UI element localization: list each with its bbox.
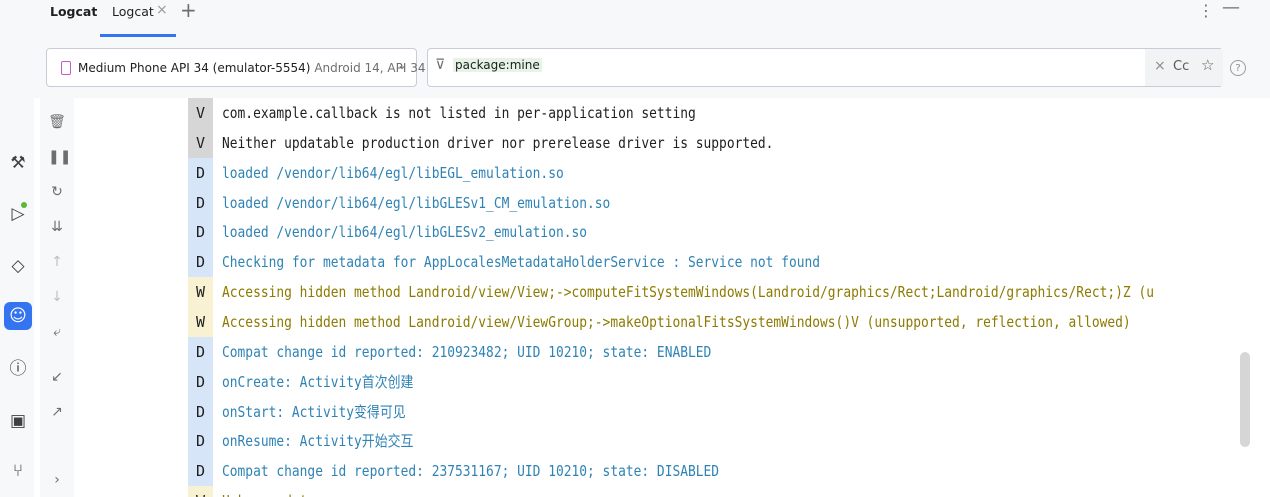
tab-active-indicator — [100, 34, 176, 37]
device-name: Medium Phone API 34 (emulator-5554) — [78, 61, 311, 75]
log-output[interactable]: Vcom.example.callback is not listed in p… — [76, 98, 1238, 497]
log-message: Compat change id reported: 237531167; UI… — [222, 462, 720, 481]
log-level: D — [188, 366, 213, 397]
log-level: W — [188, 277, 213, 308]
device-meta: Android 14, API 34 — [314, 61, 426, 75]
git-icon[interactable]: ⑂ — [8, 461, 28, 481]
log-level: D — [188, 157, 213, 188]
add-tab-icon[interactable]: + — [180, 0, 197, 22]
log-message: loaded /vendor/lib64/egl/libEGL_emulatio… — [222, 163, 564, 182]
gem-icon[interactable]: ◇ — [8, 256, 28, 276]
chevron-down-icon[interactable]: ⌄ — [397, 58, 407, 72]
log-level: V — [188, 127, 213, 158]
filter-icon[interactable]: ⊽ — [435, 57, 445, 73]
search-options: × Cc ☆ — [1145, 49, 1223, 86]
scrollbar-thumb[interactable] — [1240, 352, 1250, 447]
chevron-right-icon[interactable]: › — [48, 471, 66, 489]
favorite-icon[interactable]: ☆ — [1201, 56, 1214, 74]
trash-icon[interactable]: 🗑 — [48, 113, 66, 131]
tab-logcat[interactable]: Logcat × — [100, 0, 176, 37]
log-level: V — [188, 98, 213, 128]
up-icon[interactable]: ↑ — [48, 253, 66, 271]
tab-label: Logcat — [112, 4, 154, 19]
filter-query[interactable]: package:mine — [453, 58, 542, 72]
device-label: Medium Phone API 34 (emulator-5554) Andr… — [78, 61, 426, 75]
pause-icon[interactable]: ❚❚ — [48, 148, 71, 166]
minimize-icon[interactable]: — — [1222, 0, 1240, 18]
log-level: D — [188, 426, 213, 457]
log-message: Neither updatable production driver nor … — [222, 133, 774, 152]
log-level: D — [188, 217, 213, 248]
more-options-icon[interactable]: ⋮ — [1198, 1, 1214, 20]
log-level: D — [188, 247, 213, 278]
logcat-icon[interactable]: ☺ — [4, 302, 32, 330]
terminal-icon[interactable]: ▣ — [8, 411, 28, 431]
soft-wrap-icon[interactable]: ⤶ — [48, 323, 66, 341]
filter-input[interactable]: ⊽ package:mine × Cc ☆ — [427, 48, 1223, 87]
filter-bar: Medium Phone API 34 (emulator-5554) Andr… — [0, 38, 1270, 98]
log-message: onResume: Activity开始交互 — [222, 432, 414, 451]
scroll-end-icon[interactable]: ⇊ — [48, 218, 66, 236]
log-message: loaded /vendor/lib64/egl/libGLESv1_CM_em… — [222, 193, 611, 212]
log-message: onStart: Activity变得可见 — [222, 402, 406, 421]
log-message: Compat change id reported: 210923482; UI… — [222, 342, 712, 361]
device-selector[interactable]: Medium Phone API 34 (emulator-5554) Andr… — [46, 48, 426, 87]
restart-icon[interactable]: ↻ — [48, 183, 66, 201]
toolwindow-title: Logcat — [50, 4, 98, 19]
log-level: D — [188, 187, 213, 218]
phone-icon — [61, 61, 71, 75]
log-message: onCreate: Activity首次创建 — [222, 372, 414, 391]
log-level: D — [188, 336, 213, 367]
problems-icon[interactable]: ⓘ — [8, 359, 28, 379]
close-icon[interactable]: × — [156, 2, 168, 18]
match-case-icon[interactable]: Cc — [1173, 59, 1189, 74]
log-message: com.example.callback is not listed in pe… — [222, 104, 696, 122]
expand-icon[interactable]: ↗ — [48, 403, 66, 421]
log-level: D — [188, 456, 213, 487]
logcat-toolbar: 🗑 ❚❚ ↻ ⇊ ↑ ↓ ⤶ ↙ ↗ › — [40, 98, 74, 497]
log-message: Accessing hidden method Landroid/view/Vi… — [222, 312, 1131, 331]
log-level: W — [188, 306, 213, 337]
collapse-icon[interactable]: ↙ — [48, 368, 66, 386]
running-indicator — [21, 202, 27, 208]
log-level: D — [188, 396, 213, 427]
down-icon[interactable]: ↓ — [48, 288, 66, 306]
log-level: W — [188, 486, 213, 497]
hammer-icon[interactable]: ⚒ — [8, 153, 28, 173]
log-message: Checking for metadata for AppLocalesMeta… — [222, 253, 821, 272]
log-message: Unknown data s... — [222, 486, 354, 497]
log-message: Accessing hidden method Landroid/view/Vi… — [222, 283, 1154, 302]
clear-icon[interactable]: × — [1154, 58, 1166, 74]
help-icon[interactable]: ? — [1230, 60, 1246, 76]
left-toolbar: ⚒ ▷ ◇ ☺ ⓘ ▣ ⑂ — [0, 98, 34, 497]
log-message: loaded /vendor/lib64/egl/libGLESv2_emula… — [222, 223, 588, 242]
toolwindow-header: Logcat Logcat × + ⋮ — — [0, 0, 1270, 38]
